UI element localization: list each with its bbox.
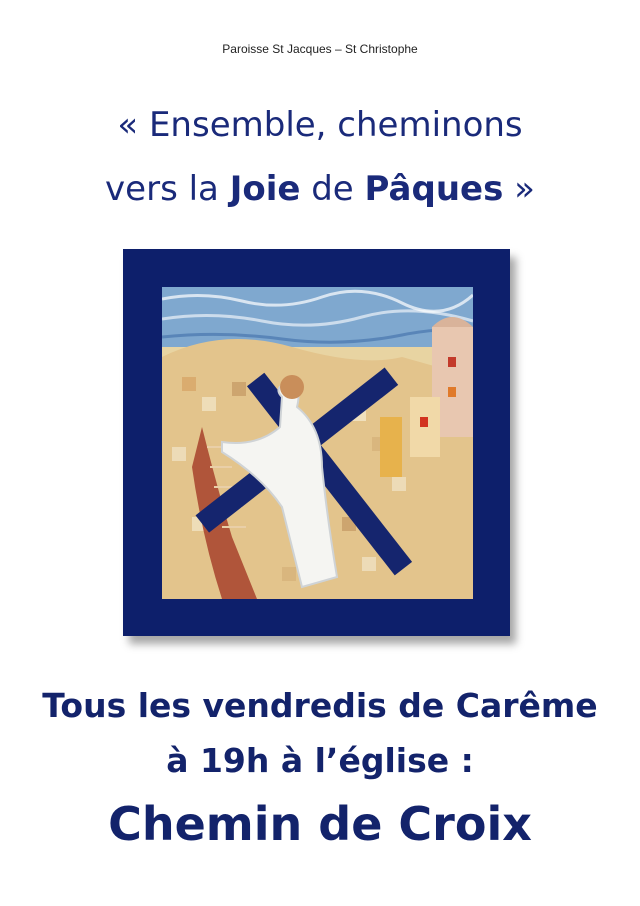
title-joie: Joie	[229, 169, 301, 209]
title-paques: Pâques	[364, 169, 504, 209]
announcement-line-2: à 19h à l’église :	[166, 741, 474, 780]
title-suffix: »	[503, 169, 535, 209]
title-prefix: vers la	[105, 169, 230, 209]
announcement-line-3: Chemin de Croix	[108, 797, 532, 851]
mosaic-illustration	[162, 287, 473, 599]
title-mid: de	[300, 169, 365, 209]
announcement-line-1: Tous les vendredis de Carême	[42, 686, 598, 725]
image-frame	[123, 249, 510, 636]
title-line-1: « Ensemble, cheminons	[117, 105, 523, 145]
title-line-2: vers la Joie de Pâques »	[0, 172, 640, 206]
mosaic-cross-icon	[162, 287, 473, 599]
parish-header: Paroisse St Jacques – St Christophe	[222, 42, 418, 56]
